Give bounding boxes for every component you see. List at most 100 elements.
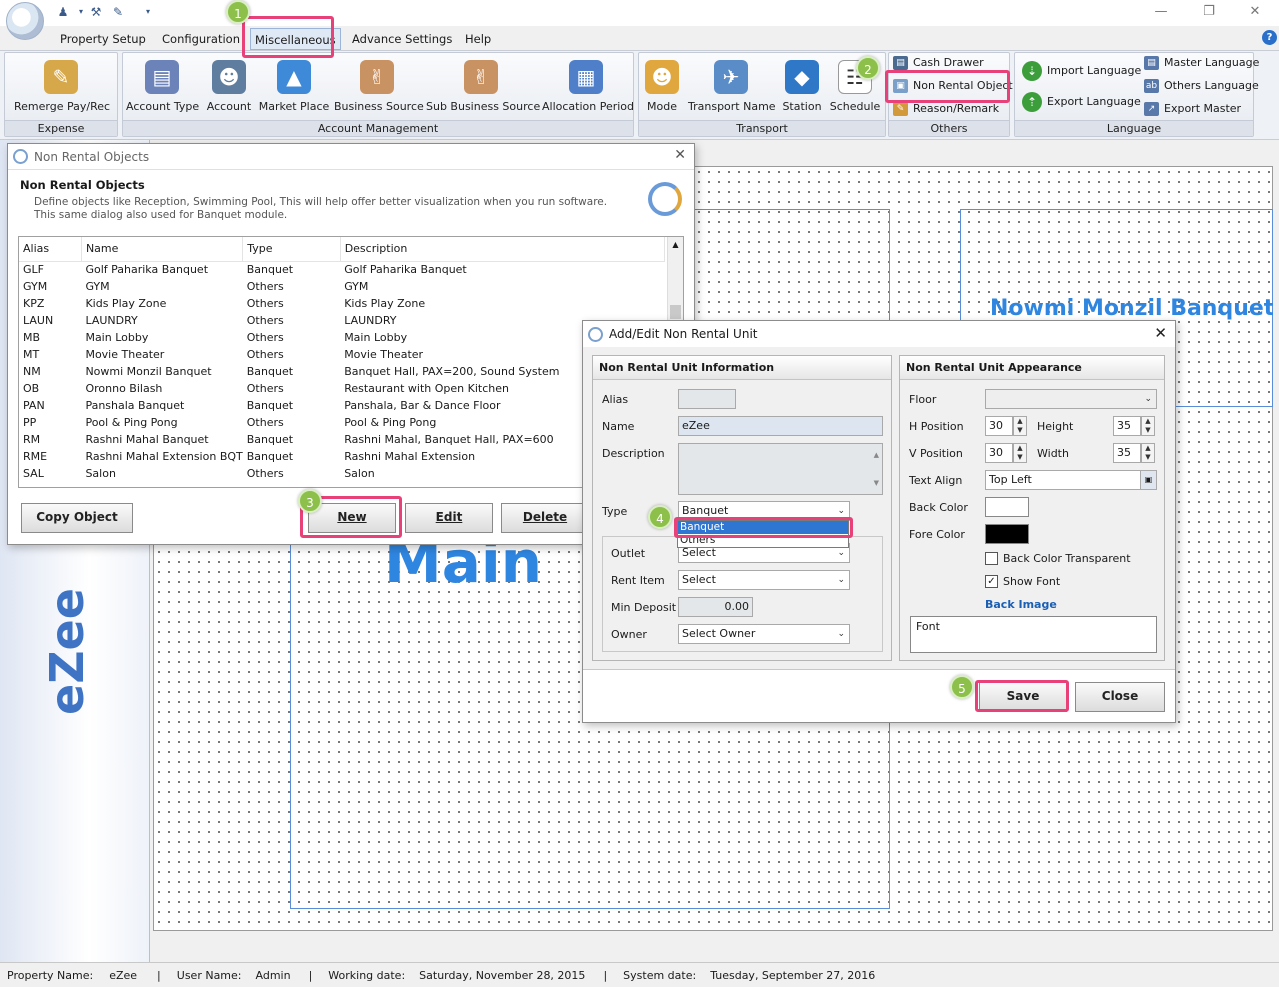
market-place-button[interactable]: ▲ Market Place [258,60,330,113]
h-position-stepper[interactable]: ▲ ▼ [1013,416,1027,436]
table-row[interactable]: RM Rashni Mahal Banquet Banquet Rashni Maha… [19,431,665,448]
scroll-up-icon[interactable]: ▲ [874,446,879,464]
button-label: Station [782,100,822,113]
back-color-swatch[interactable] [985,497,1029,517]
cash-drawer-icon: ▤ [893,56,908,70]
business-source-button[interactable]: ✌ Business Source [334,60,424,113]
dialog-description: Define objects like Reception, Swimming … [34,196,608,221]
min-deposit-field[interactable]: 0.00 [678,597,753,617]
close-window-button[interactable]: ✕ [1240,3,1270,21]
rent-item-select[interactable]: Select ⌄ [678,570,850,590]
group-label: Others [889,120,1009,136]
font-preview-box[interactable]: Font [910,616,1157,653]
dropdown-arrow-icon[interactable]: ▾ [73,4,89,20]
account-button[interactable]: ☻ Account [204,60,254,113]
column-header[interactable]: Description [340,237,666,262]
text-align-field[interactable]: Top Left ▣ [985,470,1157,490]
mode-button[interactable]: ☻ Mode [642,60,682,113]
table-row[interactable]: GLF Golf Paharika Banquet Banquet Golf Paha… [19,261,665,278]
width-stepper[interactable]: ▲ ▼ [1141,443,1155,463]
delete-button[interactable]: Delete [501,503,589,533]
button-label: Reason/Remark [913,102,1000,115]
align-picker-icon[interactable]: ▣ [1140,471,1156,489]
edit-button[interactable]: Edit [405,503,493,533]
table-row[interactable]: GYM GYM Others GYM [19,278,665,295]
menu-help[interactable]: Help [461,28,495,50]
highlight-save [975,680,1069,712]
minimize-button[interactable]: — [1146,3,1176,21]
menu-advance-settings[interactable]: Advance Settings [348,28,456,50]
table-row[interactable]: NM Nowmi Monzil Banquet Banquet Banquet Hal… [19,363,665,380]
help-icon[interactable]: ? [1262,30,1277,45]
table-row[interactable]: RME Rashni Mahal Extension BQT Banquet Rash… [19,448,665,465]
scroll-up-icon[interactable]: ▲ [668,240,683,249]
menu-configuration[interactable]: Configuration [158,28,244,50]
zone-title-banquet: Nowmi Monzil Banquet [990,296,1273,321]
column-header[interactable]: Alias [19,237,82,262]
ezee-logo-icon[interactable] [6,2,44,40]
station-button[interactable]: ◆ Station [780,60,824,113]
others-language-button[interactable]: ab Others Language [1142,76,1259,96]
table-row[interactable]: SAL Salon Others Salon [19,465,665,482]
table-row[interactable]: MB Main Lobby Others Main Lobby [19,329,665,346]
column-header[interactable]: Name [81,237,244,262]
menu-property-setup[interactable]: Property Setup [56,28,150,50]
owner-select[interactable]: Select Owner ⌄ [678,624,850,644]
table-row[interactable]: LAUN LAUNDRY Others LAUNDRY [19,312,665,329]
floor-select[interactable]: ⌄ [985,389,1157,409]
customize-toolbar-icon[interactable]: ▾ [140,4,156,20]
button-label: Master Language [1164,56,1260,69]
v-position-stepper[interactable]: ▲ ▼ [1013,443,1027,463]
alias-field[interactable] [678,389,736,409]
show-font-checkbox[interactable]: ✓ Show Font [985,575,1060,588]
export-language-button[interactable]: ⇡ Export Language [1020,92,1141,112]
table-row[interactable]: KPZ Kids Play Zone Others Kids Play Zone [19,295,665,312]
table-cell: Banquet [246,399,294,412]
close-icon[interactable]: ✕ [1154,324,1167,342]
account-type-button[interactable]: ▤ Account Type [126,60,199,113]
tools-icon[interactable]: ⚒ [88,4,104,20]
table-cell: Panshala Banquet [85,399,185,412]
close-button[interactable]: Close [1075,682,1165,712]
master-language-button[interactable]: ▤ Master Language [1142,53,1259,73]
description-field[interactable]: ▲ ▼ [678,443,883,495]
scroll-thumb[interactable] [670,305,681,319]
appearance-panel: Non Rental Unit Appearance Floor ⌄ H Pos… [899,355,1165,661]
table-row[interactable]: PP Pool & Ping Pong Others Pool & Ping Pong [19,414,665,431]
spellcheck-icon[interactable]: ✎ [110,4,126,20]
column-header[interactable]: Type [242,237,341,262]
highlight-non-rental-object [885,70,1010,103]
table-cell: MT [23,348,40,361]
fore-color-swatch[interactable] [985,524,1029,544]
market-place-icon: ▲ [277,60,311,94]
v-position-field[interactable]: 30 [985,443,1013,463]
restore-button[interactable]: ❐ [1194,3,1224,21]
scroll-down-icon[interactable]: ▼ [874,474,879,492]
back-color-transparent-checkbox[interactable]: Back Color Transparent [985,552,1131,565]
table-cell: Pool & Ping Pong [85,416,178,429]
back-image-link[interactable]: Back Image [985,598,1057,611]
name-field[interactable]: eZee [678,416,883,436]
highlight-type-option [674,517,853,538]
remerge-pay-rec-button[interactable]: ✎ Remerge Pay/Rec [14,60,110,113]
table-row[interactable]: PAN Panshala Banquet Banquet Panshala, Bar … [19,397,665,414]
table-row[interactable]: OB Oronno Bilash Others Restaurant with Ope… [19,380,665,397]
user-icon[interactable]: ♟ [55,4,71,20]
height-field[interactable]: 35 [1113,416,1141,436]
export-master-button[interactable]: ↗ Export Master [1142,99,1241,119]
h-position-field[interactable]: 30 [985,416,1013,436]
copy-object-button[interactable]: Copy Object [21,503,133,533]
table-row[interactable]: MT Movie Theater Others Movie Theater [19,346,665,363]
status-user: Admin [255,968,291,982]
transport-name-button[interactable]: ✈ Transport Name [688,60,776,113]
step-badge-5: 5 [950,675,974,699]
allocation-period-button[interactable]: ▦ Allocation Period [542,60,634,113]
close-icon[interactable]: ✕ [674,147,686,163]
sub-business-source-button[interactable]: ✌ Sub Business Source [426,60,540,113]
import-language-button[interactable]: ⇣ Import Language [1020,61,1141,81]
checkbox-label: Show Font [1003,575,1061,588]
width-field[interactable]: 35 [1113,443,1141,463]
dialog-titlebar: Add/Edit Non Rental Unit ✕ [583,321,1175,347]
checkbox-label: Back Color Transparent [1003,552,1131,565]
height-stepper[interactable]: ▲ ▼ [1141,416,1155,436]
